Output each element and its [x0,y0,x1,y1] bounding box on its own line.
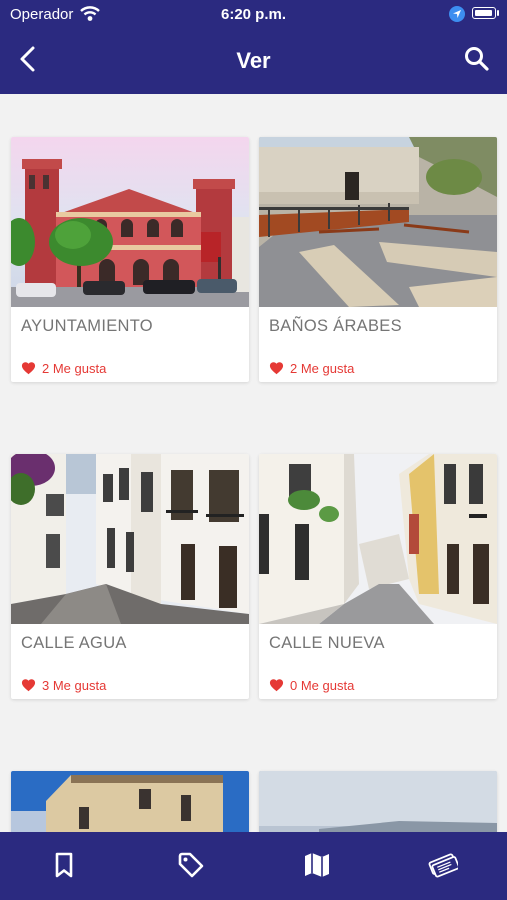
likes-row[interactable]: 3 Me gusta [21,676,106,694]
bookmark-icon[interactable] [49,850,79,880]
likes-count: 0 Me gusta [290,677,355,693]
heart-icon [269,679,284,692]
place-name: CALLE NUEVA [269,634,385,652]
heart-icon [21,679,36,692]
tag-icon[interactable] [176,850,206,880]
likes-row[interactable]: 2 Me gusta [269,359,354,377]
tickets-icon[interactable] [428,850,458,880]
place-photo [11,454,249,624]
search-icon[interactable] [462,44,492,74]
place-name: CALLE AGUA [21,634,127,652]
place-card[interactable] [11,771,249,832]
place-photo [259,454,497,624]
place-card[interactable]: CALLE NUEVA 0 Me gusta [259,454,497,699]
status-bar: Operador 6:20 p.m. [0,0,507,28]
place-card[interactable]: CALLE AGUA 3 Me gusta [11,454,249,699]
place-photo [259,137,497,307]
status-time: 6:20 p.m. [220,6,287,23]
likes-row[interactable]: 2 Me gusta [21,359,106,377]
heart-icon [269,362,284,375]
place-photo [259,771,497,832]
place-photo [11,771,249,832]
likes-count: 3 Me gusta [42,677,107,693]
battery-tip [497,10,499,16]
battery-icon [472,7,496,19]
tab-bar [0,832,507,900]
place-name: BAÑOS ÁRABES [269,317,402,335]
place-photo [11,137,249,307]
likes-row[interactable]: 0 Me gusta [269,676,354,694]
place-card[interactable]: AYUNTAMIENTO 2 Me gusta [11,137,249,382]
heart-icon [21,362,36,375]
navigation-bar: Ver [0,28,507,94]
place-card[interactable] [259,771,497,832]
likes-count: 2 Me gusta [42,360,107,376]
likes-count: 2 Me gusta [290,360,355,376]
map-icon[interactable] [302,850,332,880]
place-card[interactable]: BAÑOS ÁRABES 2 Me gusta [259,137,497,382]
places-grid: AYUNTAMIENTO 2 Me gusta BAÑOS ÁRABES 2 M… [0,94,507,832]
app-header: Operador 6:20 p.m. Ver [0,0,507,94]
location-icon [449,6,465,22]
page-title: Ver [236,48,271,73]
place-name: AYUNTAMIENTO [21,317,153,335]
